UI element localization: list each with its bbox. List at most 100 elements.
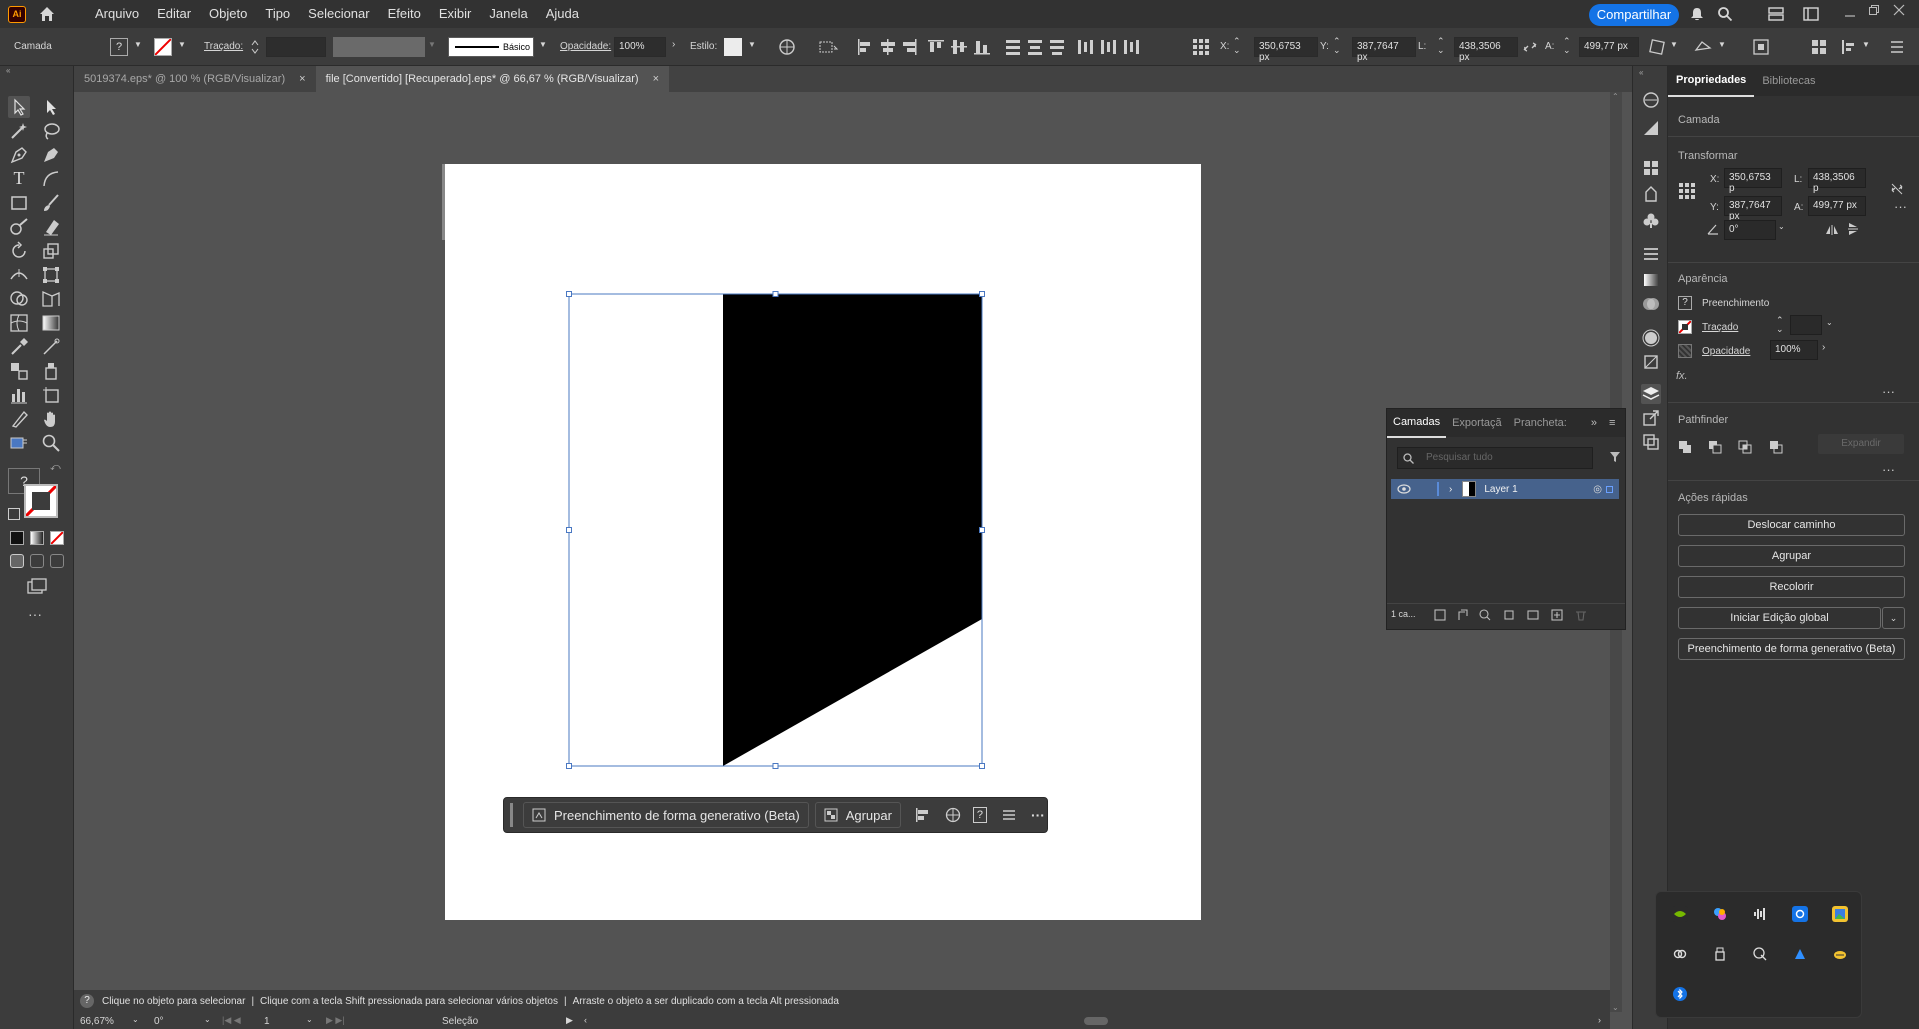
paintbrush-tool-icon[interactable] (40, 192, 62, 214)
updater-icon[interactable] (1792, 946, 1808, 962)
chevron-down-icon[interactable]: ⌄ (1882, 607, 1905, 629)
offset-path-button[interactable]: Deslocar caminho (1678, 514, 1905, 536)
gradient-tool-icon[interactable] (40, 312, 62, 334)
rotate-tool-icon[interactable] (8, 240, 30, 262)
horizontal-scroll-thumb[interactable] (1084, 1017, 1108, 1025)
rotation-value[interactable]: 0° (154, 1016, 164, 1027)
collapse-icon[interactable]: « (6, 66, 10, 75)
photos-icon[interactable] (1832, 906, 1848, 922)
draw-normal-icon[interactable] (10, 554, 24, 568)
opacity-field[interactable]: 100% (1770, 340, 1818, 360)
slice-tool-icon[interactable] (8, 408, 30, 430)
chevron-down-icon[interactable]: ▼ (178, 40, 186, 49)
selection-indicator[interactable] (1606, 485, 1613, 493)
variable-width-profile[interactable] (333, 37, 425, 57)
stroke-swatch[interactable] (154, 38, 172, 56)
scroll-up-icon[interactable]: ⌃ (1612, 92, 1619, 101)
mesh-tool-icon[interactable] (8, 312, 30, 334)
menu-objeto[interactable]: Objeto (200, 0, 256, 28)
y-field[interactable]: 387,7647 px (1724, 196, 1782, 222)
scale-tool-icon[interactable] (40, 240, 62, 262)
magic-wand-tool-icon[interactable] (8, 120, 30, 142)
align-distribute-icons[interactable] (856, 38, 1166, 56)
graphic-styles-icon[interactable] (1641, 352, 1661, 372)
restore-icon[interactable] (1868, 4, 1880, 16)
toggle-screen-icon[interactable] (8, 432, 30, 454)
filter-icon[interactable] (1609, 451, 1621, 463)
chevron-down-icon[interactable]: ⌄ (1778, 222, 1785, 231)
reference-point-icon[interactable] (1678, 182, 1696, 200)
direct-selection-tool-icon[interactable] (40, 96, 62, 118)
more-options-icon[interactable]: ··· (1894, 199, 1907, 214)
scroll-left-icon[interactable]: ‹ (584, 1015, 587, 1025)
menu-exibir[interactable]: Exibir (430, 0, 481, 28)
opacity-label[interactable]: Opacidade (1702, 346, 1750, 357)
group-button[interactable]: Agrupar (814, 802, 901, 828)
transparency-icon[interactable] (1641, 294, 1661, 314)
artboard-navigation-icons[interactable]: |◀ ◀ (222, 1015, 241, 1026)
menu-ajuda[interactable]: Ajuda (537, 0, 588, 28)
close-icon[interactable] (1893, 4, 1905, 16)
width-input[interactable]: 438,3506 px (1454, 37, 1518, 63)
x-field[interactable]: 350,6753 p (1724, 168, 1782, 194)
tab-file-convertido[interactable]: file [Convertido] [Recuperado].eps* @ 66… (315, 66, 670, 92)
minimize-icon[interactable] (1844, 6, 1856, 18)
edit-toolbar-icon[interactable]: ··· (28, 606, 42, 622)
reference-point-icon[interactable] (1192, 38, 1210, 56)
stroke-swatch[interactable] (1678, 320, 1692, 334)
recolor-button[interactable]: Recolorir (1678, 576, 1905, 598)
scroll-right-icon[interactable]: › (1598, 1015, 1601, 1025)
layer-row[interactable]: › Layer 1 ◎ (1391, 479, 1619, 499)
eraser-tool-icon[interactable] (40, 216, 62, 238)
height-field[interactable]: 499,77 px (1808, 196, 1866, 216)
eyedropper-tool-icon[interactable] (8, 336, 30, 358)
fx-icon[interactable]: fx. (1676, 370, 1688, 382)
audio-icon[interactable] (1752, 906, 1768, 922)
stepper-icon[interactable]: ⌃ ⌄ (1233, 37, 1241, 55)
menu-tipo[interactable]: Tipo (256, 0, 299, 28)
copilot-icon[interactable] (1712, 906, 1728, 922)
flip-vertical-icon[interactable] (1847, 222, 1859, 236)
tab-bibliotecas[interactable]: Bibliotecas (1754, 66, 1823, 96)
asset-export-icon[interactable] (1641, 408, 1661, 428)
menu-selecionar[interactable]: Selecionar (299, 0, 378, 28)
width-tool-icon[interactable] (8, 264, 30, 286)
chevron-down-icon[interactable]: ▼ (748, 40, 756, 49)
grid-icon[interactable] (1810, 38, 1828, 56)
stepper-icon[interactable]: ⌃ ⌄ (1776, 316, 1784, 334)
cloud-sync-icon[interactable] (1832, 946, 1848, 962)
fill-swatch[interactable]: ? (1678, 296, 1692, 310)
layers-footer-icons[interactable] (1433, 608, 1613, 622)
nvidia-icon[interactable] (1672, 906, 1688, 922)
chevron-down-icon[interactable]: ⌄ (1826, 318, 1833, 327)
gradient-panel-icon[interactable] (1641, 118, 1661, 138)
measure-tool-icon[interactable] (40, 336, 62, 358)
artboard-tool-icon[interactable] (40, 384, 62, 406)
align-left-icon[interactable] (915, 807, 931, 823)
scroll-down-icon[interactable]: ⌄ (1612, 1003, 1619, 1012)
expand-panel-icon[interactable]: » (1585, 409, 1603, 437)
stroke-indicator[interactable] (24, 484, 58, 518)
expand-button[interactable]: Expandir (1818, 434, 1904, 454)
flip-horizontal-icon[interactable] (1825, 224, 1839, 236)
zoom-tool-icon[interactable] (40, 432, 62, 454)
start-global-edit-button[interactable]: Iniciar Edição global (1678, 607, 1881, 629)
default-colors-icon[interactable] (8, 508, 20, 520)
stroke-label[interactable]: Traçado: (204, 41, 243, 52)
distribute-icon[interactable] (1840, 38, 1858, 56)
bell-icon[interactable] (1689, 6, 1705, 22)
chevron-down-icon[interactable]: ▼ (1718, 40, 1726, 49)
symbol-sprayer-tool-icon[interactable] (40, 360, 62, 382)
menu-icon[interactable] (1001, 807, 1017, 823)
workspace-icon[interactable] (1803, 7, 1819, 21)
generative-shape-fill-button[interactable]: Preenchimento de forma generativo (Beta) (523, 802, 809, 828)
draw-behind-icon[interactable] (30, 554, 44, 568)
blend-tool-icon[interactable] (8, 360, 30, 382)
shape-icon[interactable] (1694, 38, 1712, 56)
swap-fill-stroke-icon[interactable]: ⤺ (50, 462, 61, 473)
selection-tool-icon[interactable] (8, 96, 30, 118)
menu-editar[interactable]: Editar (148, 0, 200, 28)
panel-menu-icon[interactable] (1888, 38, 1906, 56)
recolor-icon[interactable] (945, 807, 961, 823)
black-shape[interactable] (723, 294, 982, 766)
